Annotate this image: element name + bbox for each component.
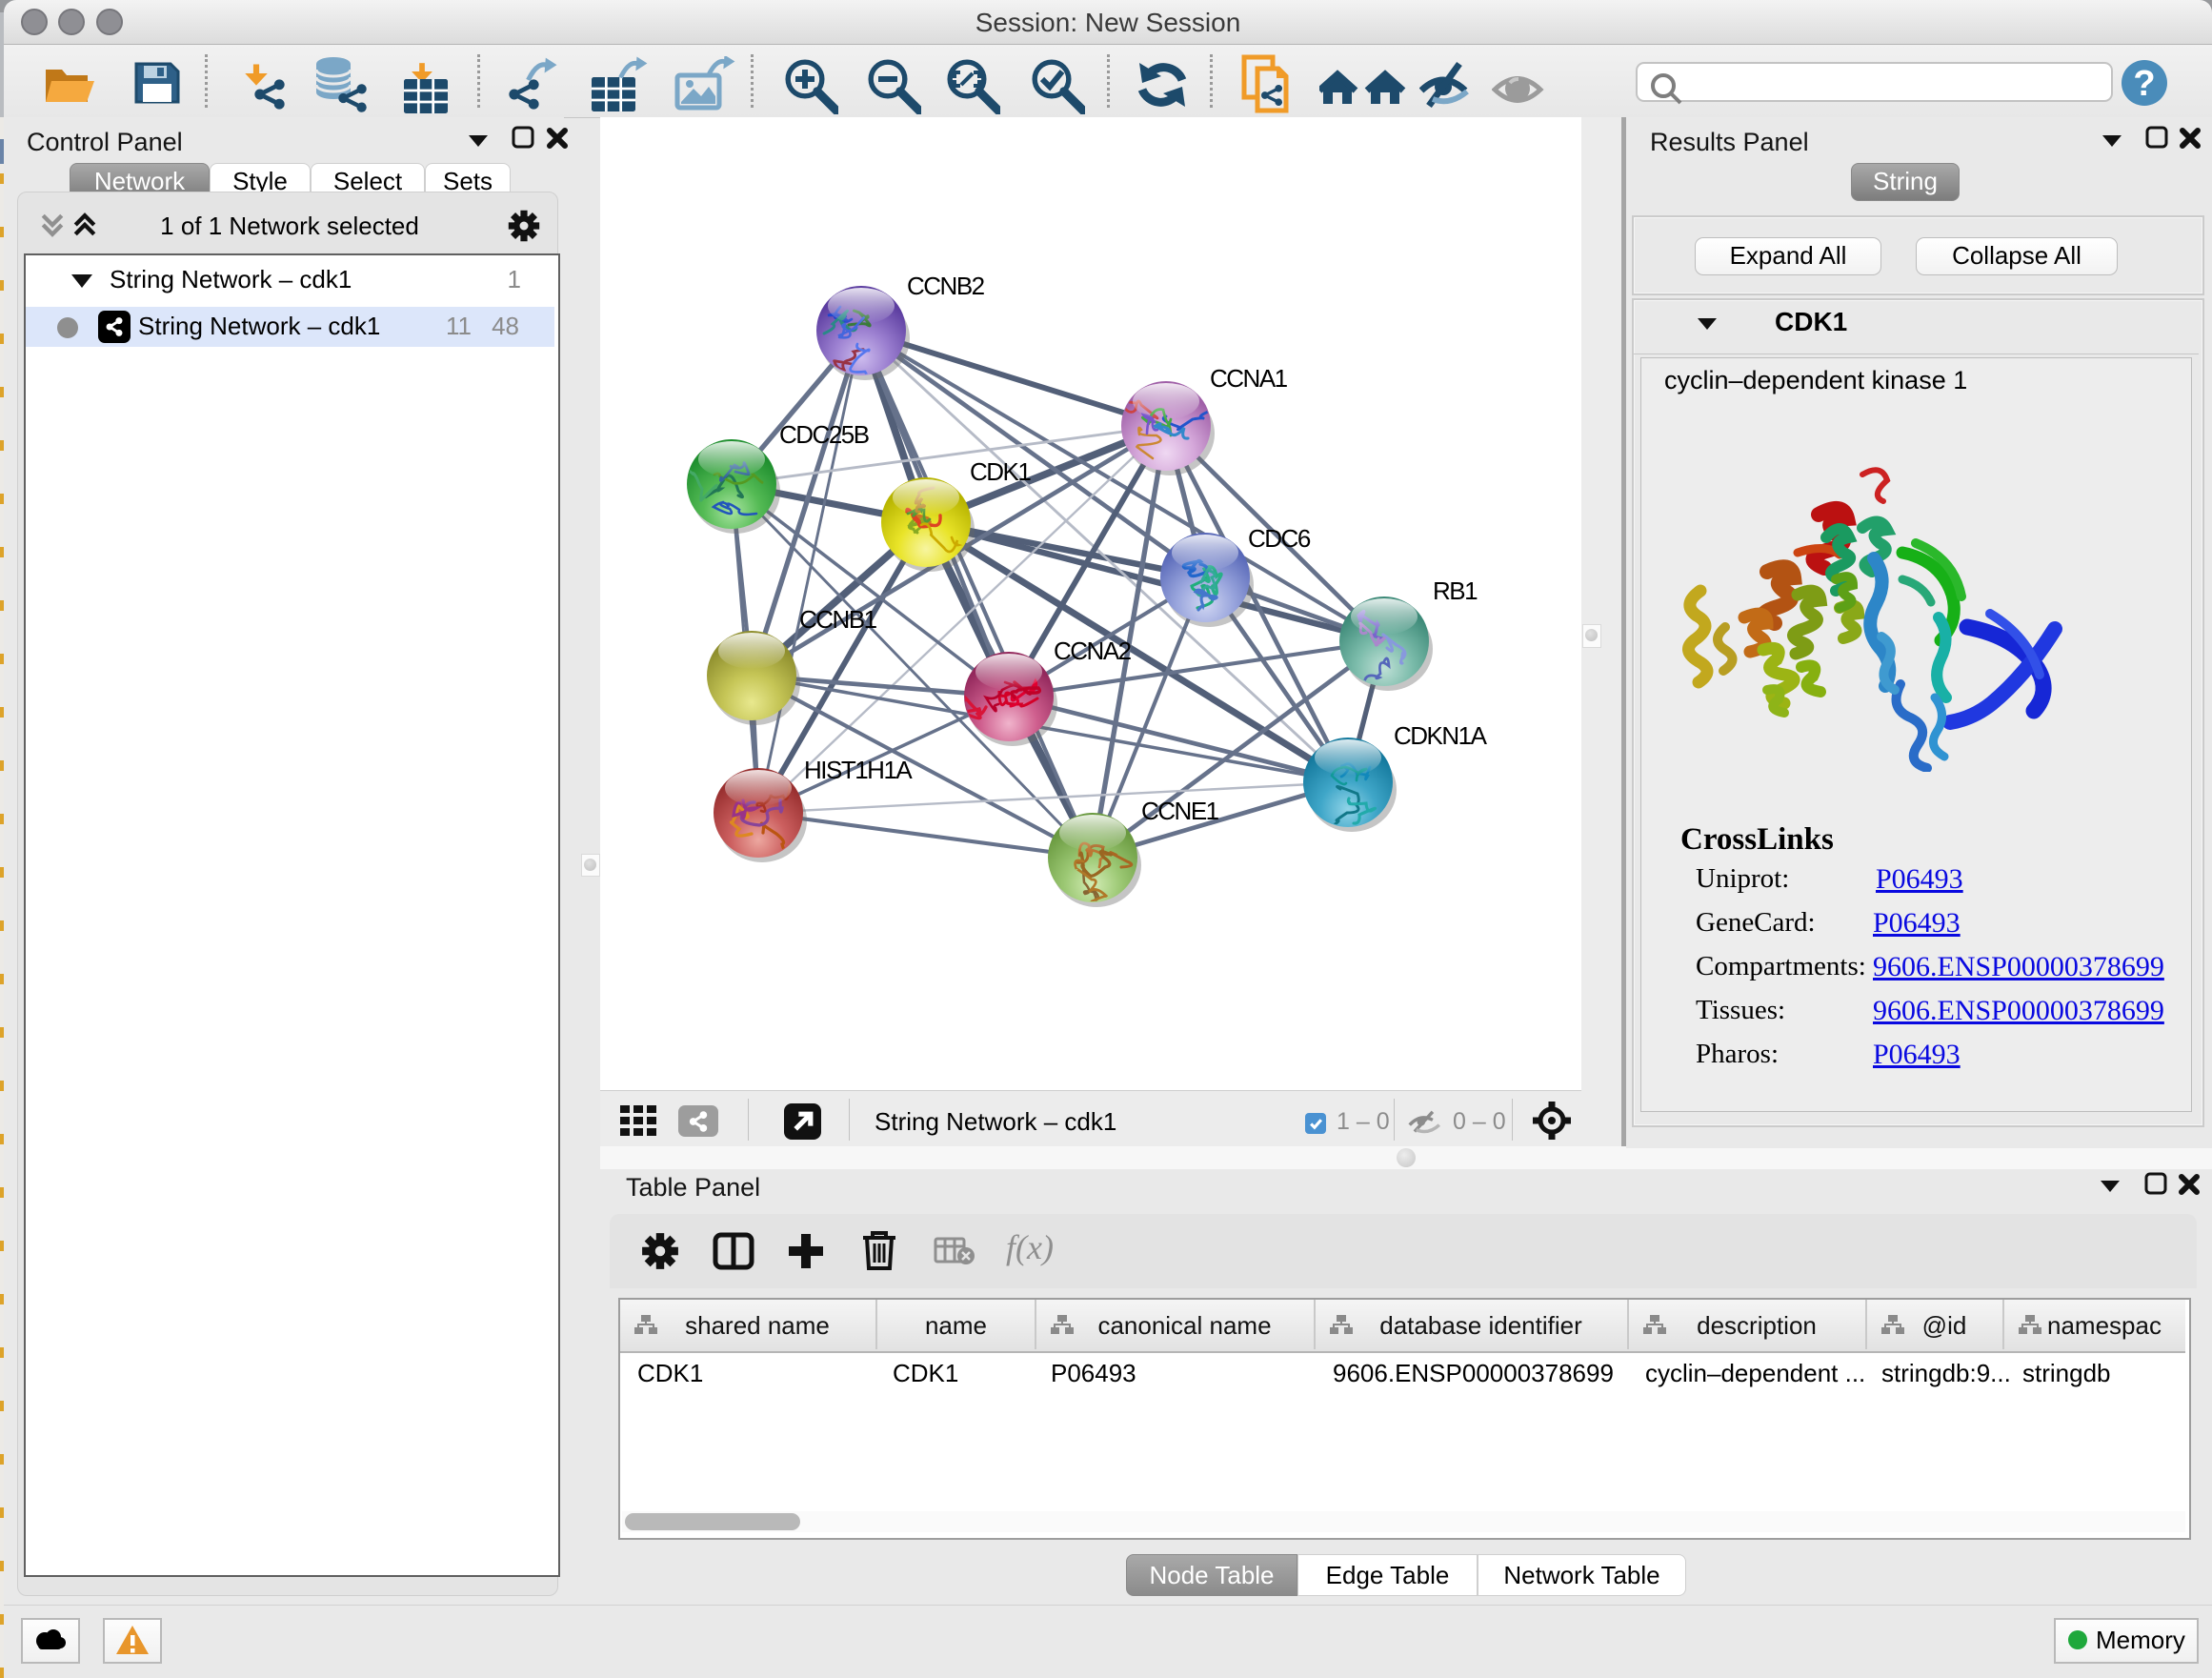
svg-text:CCNA2: CCNA2 — [1054, 637, 1132, 665]
svg-text:CCNB2: CCNB2 — [907, 272, 985, 300]
svg-text:CCNA1: CCNA1 — [1210, 364, 1288, 393]
svg-text:?: ? — [2133, 64, 2155, 104]
svg-text:CCNB1: CCNB1 — [799, 605, 877, 634]
svg-text:CDKN1A: CDKN1A — [1394, 721, 1488, 750]
svg-text:HIST1H1A: HIST1H1A — [804, 756, 913, 784]
svg-text:RB1: RB1 — [1433, 576, 1478, 605]
svg-text:CDC25B: CDC25B — [779, 420, 869, 449]
svg-text:CCNE1: CCNE1 — [1141, 797, 1219, 825]
svg-text:CDK1: CDK1 — [970, 457, 1031, 486]
svg-text:CDC6: CDC6 — [1248, 524, 1311, 553]
